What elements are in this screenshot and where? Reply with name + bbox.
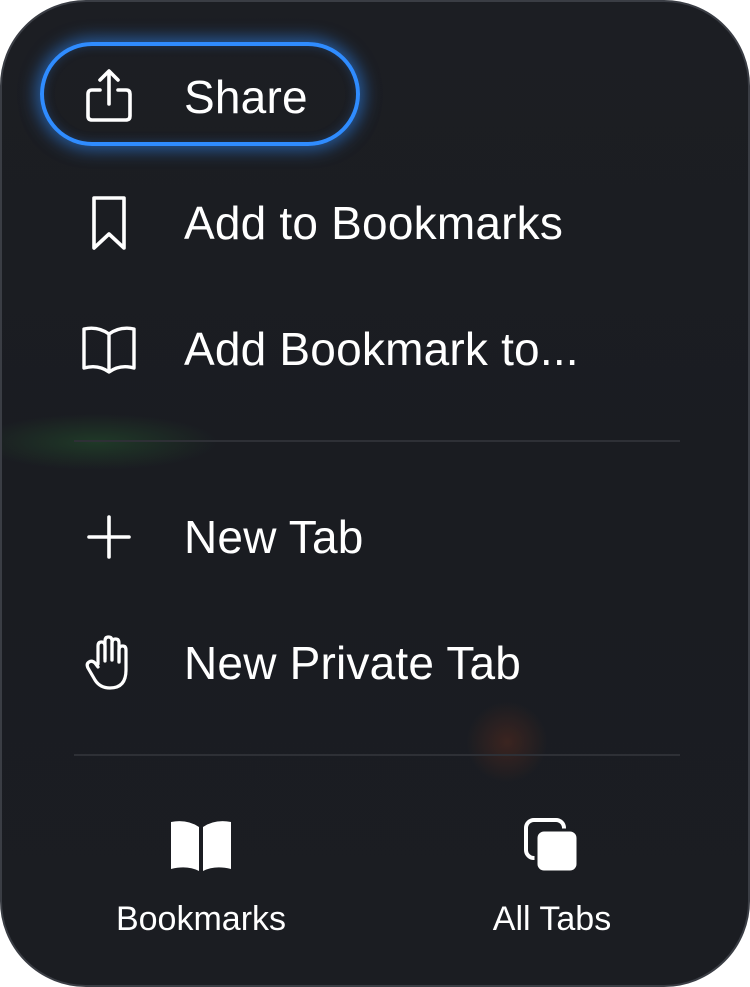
all-tabs-button[interactable]: All Tabs [422, 792, 682, 952]
menu-divider [74, 754, 680, 756]
new-private-tab-label: New Private Tab [184, 637, 522, 689]
tabs-stack-icon [520, 816, 584, 876]
add-to-bookmarks-label: Add to Bookmarks [184, 197, 564, 249]
new-private-tab-menu-item[interactable]: New Private Tab [40, 608, 680, 718]
share-icon [80, 68, 138, 126]
add-bookmark-to-menu-item[interactable]: Add Bookmark to... [40, 294, 680, 404]
bookmarks-book-icon [169, 816, 233, 876]
new-tab-label: New Tab [184, 511, 364, 563]
share-menu-item[interactable]: Share [40, 42, 680, 152]
new-tab-menu-item[interactable]: New Tab [40, 482, 680, 592]
plus-icon [80, 508, 138, 566]
bookmarks-button[interactable]: Bookmarks [71, 792, 331, 952]
add-bookmark-to-label: Add Bookmark to... [184, 323, 579, 375]
open-book-icon [80, 320, 138, 378]
all-tabs-label: All Tabs [492, 900, 612, 938]
add-to-bookmarks-menu-item[interactable]: Add to Bookmarks [40, 168, 680, 278]
context-menu: Share Add to Bookmarks Add Bookmark to..… [0, 0, 750, 987]
share-label: Share [184, 71, 308, 123]
bookmark-icon [80, 194, 138, 252]
hand-icon [80, 634, 138, 692]
bookmarks-label: Bookmarks [115, 900, 287, 938]
menu-divider [74, 440, 680, 442]
